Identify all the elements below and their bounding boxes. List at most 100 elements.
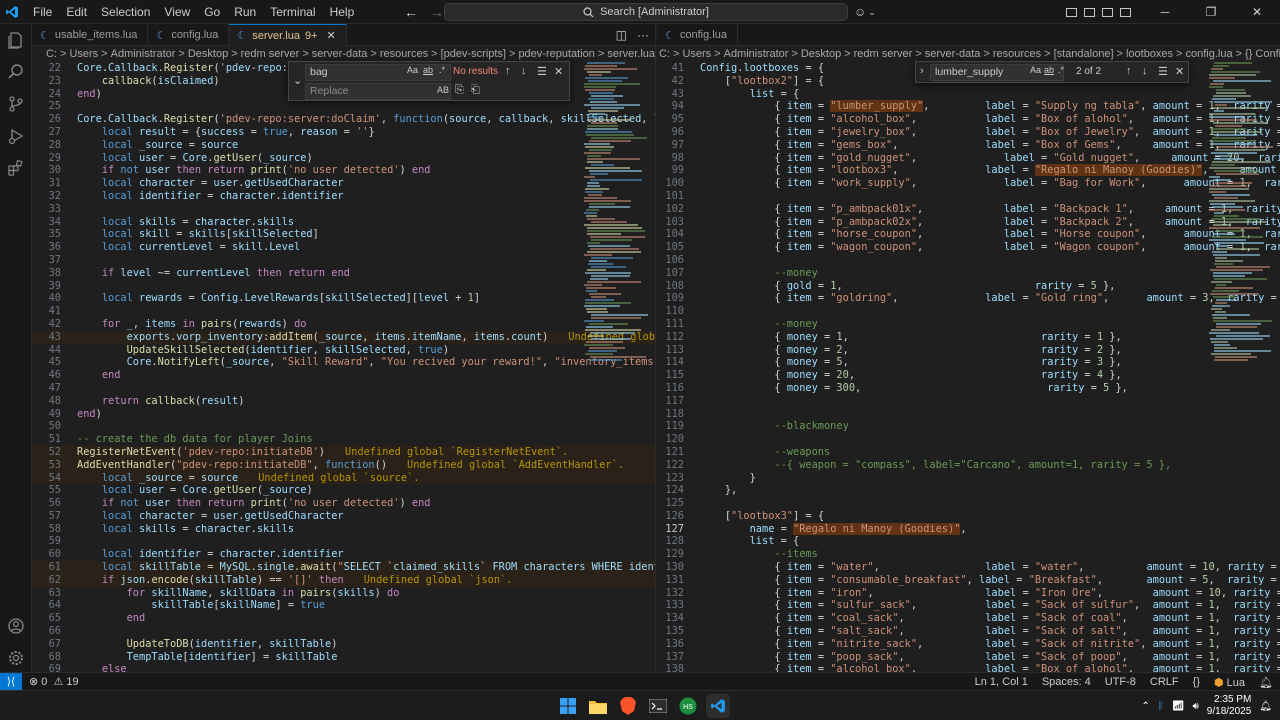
menu-edit[interactable]: Edit (59, 0, 94, 24)
breadcrumb-segment[interactable]: Users (682, 48, 711, 60)
forward-arrow-icon[interactable]: → (430, 4, 444, 20)
wifi-icon[interactable]: 📶︎ (1172, 701, 1185, 712)
code-line[interactable]: 137 { item = "poop_sack", label = "Sack … (657, 651, 1280, 664)
code-area-right[interactable]: 41 Config.lootboxes = {42 ["lootbox2"] = … (657, 62, 1280, 672)
breadcrumb-segment[interactable]: C: (659, 48, 670, 60)
close-tab-icon[interactable]: ✕ (327, 29, 336, 42)
menu-terminal[interactable]: Terminal (263, 0, 322, 24)
code-line[interactable]: 57 local character = user.getUsedCharact… (32, 510, 655, 523)
code-line[interactable]: 34 local skills = character.skills (32, 216, 655, 229)
code-line[interactable]: 125 (657, 497, 1280, 510)
code-line[interactable]: 106 (657, 254, 1280, 267)
code-line[interactable]: 58 local skills = character.skills (32, 523, 655, 536)
explorer-icon[interactable] (0, 24, 32, 56)
code-line[interactable]: 51 -- create the db data for player Joins (32, 433, 655, 446)
code-line[interactable]: 134 { item = "coal_sack", label = "Sack … (657, 612, 1280, 625)
preserve-case-toggle[interactable]: AB (437, 85, 449, 95)
code-line[interactable]: 64 skillTable[skillName] = true (32, 599, 655, 612)
code-line[interactable]: 129 --items (657, 548, 1280, 561)
indentation[interactable]: Spaces: 4 (1035, 676, 1098, 688)
source-control-icon[interactable] (0, 88, 32, 120)
code-line[interactable]: 108 { gold = 1, rarity = 5 }, (657, 280, 1280, 293)
menu-file[interactable]: File (26, 0, 59, 24)
back-arrow-icon[interactable]: ← (404, 4, 418, 20)
code-line[interactable]: 103 { item = "p_ambpack02x", label = "Ba… (657, 216, 1280, 229)
breadcrumb-segment[interactable]: [standalone] (1054, 48, 1114, 60)
code-line[interactable]: 29 local user = Core.getUser(_source) (32, 152, 655, 165)
code-line[interactable]: 104 { item = "horse_coupon", label = "Ho… (657, 228, 1280, 241)
minimap-left[interactable] (580, 62, 648, 672)
find-in-selection-icon[interactable]: ☰ (1158, 65, 1168, 78)
code-line[interactable]: 59 (32, 535, 655, 548)
bluetooth-icon[interactable]: ᛒ (1158, 701, 1164, 712)
menu-run[interactable]: Run (227, 0, 263, 24)
code-line[interactable]: 101 (657, 190, 1280, 203)
cursor-position[interactable]: Ln 1, Col 1 (968, 676, 1035, 688)
code-line[interactable]: 94 { item = "lumber_supply", label = "Su… (657, 100, 1280, 113)
close-find-icon[interactable]: ✕ (1175, 65, 1184, 78)
code-line[interactable]: 28 local _source = source (32, 139, 655, 152)
brave-browser-icon[interactable] (616, 694, 640, 718)
menu-go[interactable]: Go (197, 0, 227, 24)
code-line[interactable]: 47 (32, 382, 655, 395)
code-line[interactable]: 69 else (32, 663, 655, 672)
breadcrumb-segment[interactable]: {} Config.lootboxes (1245, 48, 1280, 60)
code-line[interactable]: 99 { item = "lootbox3", label = "Regalo … (657, 164, 1280, 177)
tab-server-lua[interactable]: ☾ server.lua 9+ ✕ (229, 24, 347, 46)
code-line[interactable]: 39 (32, 280, 655, 293)
code-line[interactable]: 41 (32, 305, 655, 318)
breadcrumb-segment[interactable]: Administrator (111, 48, 176, 60)
split-editor-icon[interactable]: ◫ (616, 28, 627, 42)
close-find-icon[interactable]: ✕ (554, 65, 563, 78)
code-line[interactable]: 133 { item = "sulfur_sack", label = "Sac… (657, 599, 1280, 612)
code-line[interactable]: 132 { item = "iron", label = "Iron Ore",… (657, 587, 1280, 600)
code-line[interactable]: 111 --money (657, 318, 1280, 331)
code-line[interactable]: 35 local skill = skills[skillSelected] (32, 228, 655, 241)
code-line[interactable]: 26 Core.Callback.Register('pdev-repo:serv… (32, 113, 655, 126)
language-braces[interactable]: {} (1186, 676, 1207, 688)
code-line[interactable]: 62 if json.encode(skillTable) == '[]' th… (32, 573, 655, 587)
regex-toggle[interactable]: .* (1058, 65, 1064, 75)
code-line[interactable]: 130 { item = "water", label = "water", a… (657, 561, 1280, 574)
code-line[interactable]: 115 { money = 20, rarity = 4 }, (657, 369, 1280, 382)
code-line[interactable]: 102 { item = "p_ambpack01x", label = "Ba… (657, 203, 1280, 216)
code-line[interactable]: 113 { money = 2, rarity = 2 }, (657, 344, 1280, 357)
menu-selection[interactable]: Selection (94, 0, 157, 24)
more-actions-icon[interactable]: ··· (637, 28, 649, 42)
breadcrumb-segment[interactable]: resources (380, 48, 428, 60)
next-match-icon[interactable]: ↓ (1142, 65, 1148, 77)
code-line[interactable]: 38 if level ~= currentLevel then return … (32, 267, 655, 280)
file-explorer-icon[interactable] (586, 694, 610, 718)
code-line[interactable]: 53 AddEventHandler("pdev-repo:initiateDB"… (32, 458, 655, 472)
match-case-toggle[interactable]: Aa (1030, 65, 1041, 75)
code-line[interactable]: 56 if not user then return print('no use… (32, 497, 655, 510)
code-line[interactable]: 68 TempTable[identifier] = skillTable (32, 651, 655, 664)
code-line[interactable]: 54 local _source = source Undefined globa… (32, 471, 655, 485)
code-line[interactable]: 117 (657, 395, 1280, 408)
code-line[interactable]: 61 local skillTable = MySQL.single.await… (32, 561, 655, 574)
code-line[interactable]: 49 end) (32, 408, 655, 421)
code-line[interactable]: 31 local character = user.getUsedCharact… (32, 177, 655, 190)
code-line[interactable]: 116 { money = 300, rarity = 5 }, (657, 382, 1280, 395)
clock[interactable]: 2:35 PM 9/18/2025 (1207, 694, 1252, 718)
run-debug-icon[interactable] (0, 120, 32, 152)
code-line[interactable]: 114 { money = 5, rarity = 3 }, (657, 356, 1280, 369)
code-line[interactable]: 33 (32, 203, 655, 216)
code-line[interactable]: 107 --money (657, 267, 1280, 280)
search-icon[interactable] (0, 56, 32, 88)
language-mode[interactable]: ⬢ Lua (1207, 676, 1252, 689)
code-line[interactable]: 118 (657, 408, 1280, 421)
vscode-taskbar-icon[interactable] (706, 694, 730, 718)
breadcrumb-segment[interactable]: redm server (241, 48, 300, 60)
code-line[interactable]: 67 UpdateToDB(identifier, skillTable) (32, 638, 655, 651)
code-line[interactable]: 43 exports.vorp_inventory:addItem(_sourc… (32, 330, 655, 344)
code-line[interactable]: 126 ["lootbox3"] = { (657, 510, 1280, 523)
command-center-search[interactable]: Search [Administrator] (444, 3, 848, 21)
copilot-button[interactable]: ☺ ⌄ (854, 3, 876, 21)
match-word-toggle[interactable]: ab (423, 65, 433, 75)
terminal-icon[interactable] (646, 694, 670, 718)
toggle-editor-layout-icon[interactable] (1080, 0, 1098, 24)
code-line[interactable]: 120 (657, 433, 1280, 446)
code-line[interactable]: 46 end (32, 369, 655, 382)
breadcrumb-segment[interactable]: server.lua (607, 48, 655, 60)
